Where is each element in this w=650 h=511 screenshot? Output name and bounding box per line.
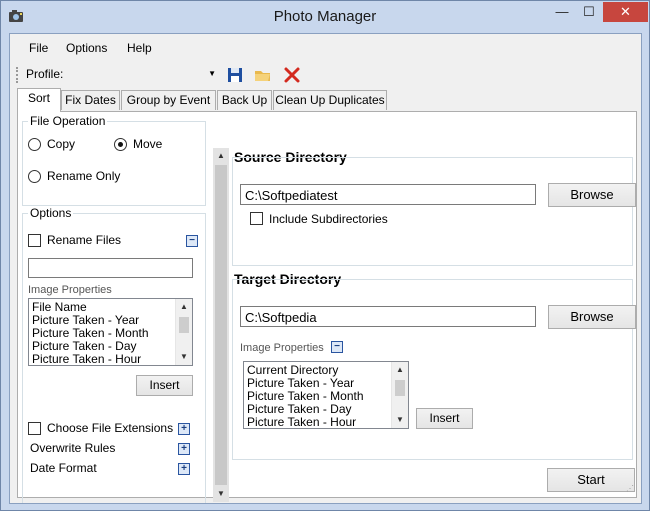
choose-file-extensions-checkbox[interactable]	[28, 422, 41, 435]
list-scrollbar[interactable]: ▲ ▼	[175, 299, 192, 365]
scroll-down-icon[interactable]: ▼	[176, 349, 192, 365]
scroll-down-icon[interactable]: ▼	[213, 486, 229, 502]
tab-clean-up-duplicates[interactable]: Clean Up Duplicates	[273, 90, 387, 110]
target-insert-button[interactable]: Insert	[416, 408, 473, 429]
open-folder-icon[interactable]	[254, 66, 272, 84]
rename-only-label[interactable]: Rename Only	[47, 169, 120, 183]
minimize-button[interactable]: —	[549, 2, 575, 22]
choose-file-extensions-label[interactable]: Choose File Extensions	[47, 421, 173, 435]
tab-back-up[interactable]: Back Up	[217, 90, 272, 110]
app-window: Photo Manager — ☐ ✕ File Options Help Pr…	[0, 0, 650, 511]
client-area: File Options Help Profile: ▼ Sort Fix Da…	[9, 33, 642, 504]
collapse-icon[interactable]: −	[186, 235, 198, 247]
expand-icon[interactable]: +	[178, 463, 190, 475]
toolbar: Profile: ▼	[10, 61, 641, 89]
rename-only-radio[interactable]	[28, 170, 41, 183]
tab-fix-dates[interactable]: Fix Dates	[61, 90, 120, 110]
scroll-thumb[interactable]	[395, 380, 405, 396]
dropdown-arrow-icon: ▼	[208, 69, 216, 78]
insert-button[interactable]: Insert	[136, 375, 193, 396]
options-title: Options	[28, 206, 74, 220]
list-item[interactable]: Picture Taken - Hour	[29, 353, 192, 366]
expand-icon[interactable]: +	[178, 443, 190, 455]
target-directory-group: C:\Softpedia Browse Image Properties − C…	[232, 279, 636, 460]
expand-icon[interactable]: +	[178, 423, 190, 435]
list-scrollbar[interactable]: ▲ ▼	[391, 362, 408, 428]
target-path-input[interactable]: C:\Softpedia	[240, 306, 536, 327]
move-label[interactable]: Move	[133, 137, 162, 151]
menu-file[interactable]: File	[29, 41, 48, 55]
scroll-thumb[interactable]	[179, 317, 189, 333]
delete-icon[interactable]	[283, 66, 301, 84]
rename-pattern-input[interactable]	[28, 258, 193, 278]
file-operation-group: File Operation Copy Move Rename Only	[22, 114, 206, 206]
menu-bar: File Options Help	[10, 34, 641, 60]
collapse-icon[interactable]: −	[331, 341, 343, 353]
options-scrollbar[interactable]: ▲ ▼	[213, 148, 229, 502]
copy-label[interactable]: Copy	[47, 137, 75, 151]
tab-group-by-event[interactable]: Group by Event	[121, 90, 216, 110]
title-bar[interactable]: Photo Manager — ☐ ✕	[1, 1, 649, 33]
date-format-label: Date Format	[30, 461, 97, 475]
move-radio[interactable]	[114, 138, 127, 151]
image-properties-list[interactable]: File Name Picture Taken - Year Picture T…	[28, 298, 193, 366]
rename-files-label[interactable]: Rename Files	[47, 233, 121, 247]
source-directory-group: C:\Softpediatest Browse Include Subdirec…	[232, 157, 636, 266]
image-properties-label: Image Properties	[28, 284, 112, 296]
overwrite-rules-label: Overwrite Rules	[30, 441, 116, 455]
target-image-properties-label: Image Properties	[240, 342, 324, 354]
profile-dropdown[interactable]: ▼	[70, 65, 218, 85]
rename-files-checkbox[interactable]	[28, 234, 41, 247]
include-subdirectories-label[interactable]: Include Subdirectories	[269, 212, 388, 226]
start-button[interactable]: Start	[547, 468, 635, 492]
copy-radio[interactable]	[28, 138, 41, 151]
options-group: Options Rename Files − Image Properties …	[22, 206, 206, 503]
target-image-properties-list[interactable]: Current Directory Picture Taken - Year P…	[243, 361, 409, 429]
radio-selected-dot	[118, 142, 123, 147]
scroll-thumb[interactable]	[215, 165, 227, 485]
menu-help[interactable]: Help	[127, 41, 152, 55]
save-icon[interactable]	[226, 66, 244, 84]
file-operation-title: File Operation	[28, 114, 108, 128]
menu-options[interactable]: Options	[66, 41, 107, 55]
scroll-up-icon[interactable]: ▲	[213, 148, 229, 164]
sort-tab-page: File Operation Copy Move Rename Only Opt…	[17, 111, 637, 503]
target-browse-button[interactable]: Browse	[548, 305, 636, 329]
profile-label: Profile:	[26, 67, 64, 81]
scroll-up-icon[interactable]: ▲	[176, 299, 192, 315]
resize-grip-icon[interactable]: ⋰	[626, 484, 638, 496]
scroll-up-icon[interactable]: ▲	[392, 362, 408, 378]
maximize-button[interactable]: ☐	[576, 2, 602, 22]
list-item[interactable]: Picture Taken - Hour	[244, 416, 408, 429]
tab-sort[interactable]: Sort	[17, 88, 61, 112]
close-button[interactable]: ✕	[603, 2, 648, 22]
source-browse-button[interactable]: Browse	[548, 183, 636, 207]
scroll-down-icon[interactable]: ▼	[392, 412, 408, 428]
source-path-input[interactable]: C:\Softpediatest	[240, 184, 536, 205]
toolbar-grip[interactable]	[16, 67, 18, 83]
include-subdirectories-checkbox[interactable]	[250, 212, 263, 225]
